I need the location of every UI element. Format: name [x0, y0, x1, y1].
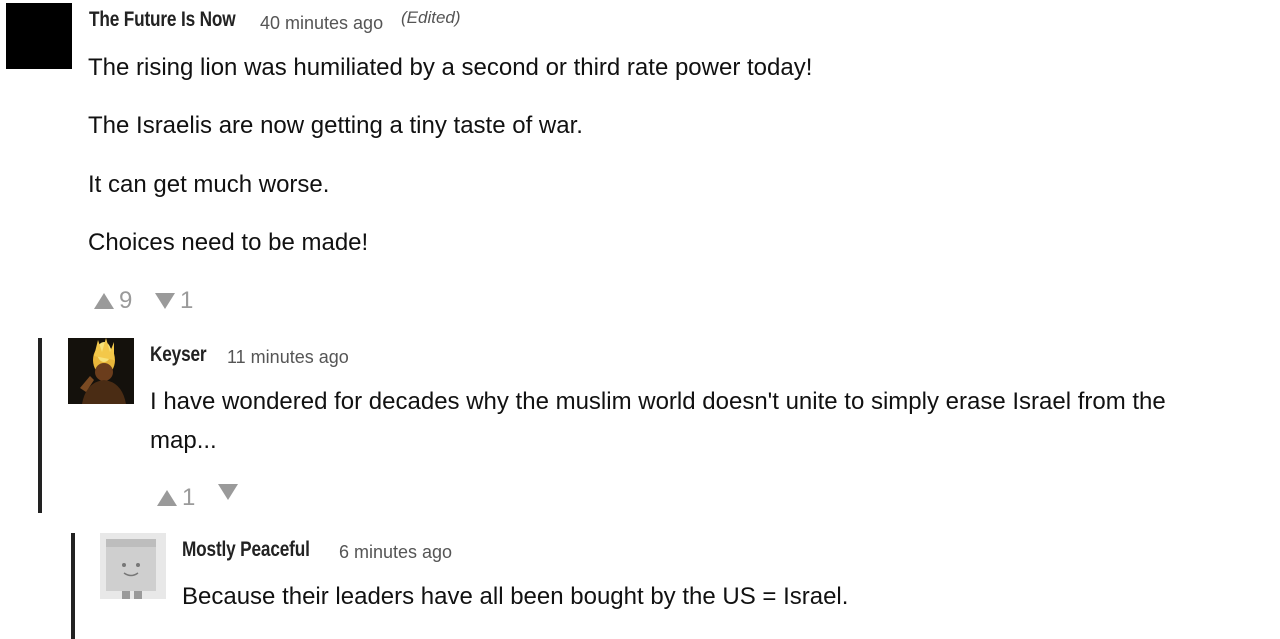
comment-text: It can get much worse. [88, 171, 330, 198]
thread-indicator [71, 533, 75, 639]
avatar[interactable] [68, 338, 134, 404]
comment-text: Because their leaders have all been boug… [182, 583, 849, 610]
thread-indicator [38, 338, 42, 513]
downvote-button[interactable]: 1 [155, 287, 193, 315]
downvote-button[interactable] [218, 484, 238, 500]
comment-text: map... [150, 427, 217, 454]
upvote-button[interactable]: 9 [94, 287, 132, 315]
author-name[interactable]: The Future Is Now [89, 8, 236, 32]
triangle-down-icon [155, 293, 175, 309]
avatar[interactable] [100, 533, 166, 599]
upvote-count: 9 [119, 287, 133, 314]
author-name[interactable]: Mostly Peaceful [182, 538, 310, 562]
comment-text: The Israelis are now getting a tiny tast… [88, 112, 583, 139]
triangle-down-icon [218, 484, 238, 500]
avatar[interactable] [6, 3, 72, 69]
edited-label: (Edited) [401, 8, 461, 27]
timestamp[interactable]: 40 minutes ago [260, 13, 383, 34]
comment-text: Choices need to be made! [88, 229, 369, 256]
comment-text: The rising lion was humiliated by a seco… [88, 54, 813, 81]
upvote-count: 1 [182, 484, 196, 511]
triangle-up-icon [94, 293, 114, 309]
timestamp[interactable]: 6 minutes ago [339, 542, 452, 563]
timestamp[interactable]: 11 minutes ago [227, 347, 349, 368]
upvote-button[interactable]: 1 [157, 484, 195, 512]
triangle-up-icon [157, 490, 177, 506]
comment-text: I have wondered for decades why the musl… [150, 388, 1166, 415]
author-name[interactable]: Keyser [150, 343, 207, 367]
downvote-count: 1 [180, 287, 194, 314]
